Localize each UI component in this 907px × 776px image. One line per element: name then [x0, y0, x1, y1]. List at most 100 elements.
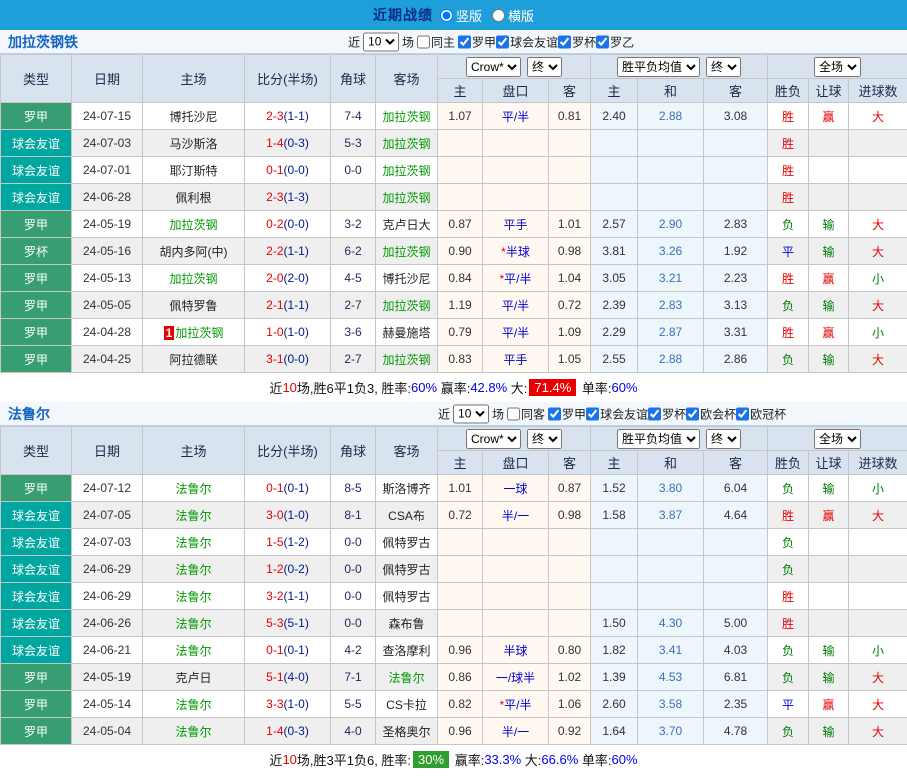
corner-cell: 0-0 — [331, 610, 376, 637]
same-venue-checkbox[interactable] — [507, 407, 520, 420]
avg-stage-select[interactable]: 终 — [706, 429, 741, 449]
handicap-text: 半球 — [503, 644, 527, 658]
league-filter[interactable]: 欧冠杯 — [736, 405, 786, 422]
league-label: 欧冠杯 — [750, 405, 786, 422]
avg-type-select[interactable]: 胜平负均值 — [617, 57, 700, 77]
odds-away-cell: 1.05 — [549, 346, 591, 373]
handicap-text: 一球 — [503, 482, 527, 496]
recent-count-select[interactable]: 10 — [363, 32, 399, 51]
handicap-cell: 平/半 — [483, 103, 549, 130]
same-venue-filter[interactable]: 同主 — [417, 33, 455, 50]
league-filter[interactable]: 罗杯 — [558, 33, 596, 50]
away-team-cell: 森布鲁 — [376, 610, 438, 637]
handicap-cell — [483, 130, 549, 157]
league-filter[interactable]: 球会友谊 — [586, 405, 648, 422]
avg-home-cell: 1.64 — [591, 718, 638, 745]
corner-cell: 7-1 — [331, 664, 376, 691]
avg-away-cell: 5.00 — [704, 610, 768, 637]
avg-away-cell: 4.03 — [704, 637, 768, 664]
avg-home-cell: 2.40 — [591, 103, 638, 130]
league-filter[interactable]: 球会友谊 — [496, 33, 558, 50]
score-cell: 5-3(5-1) — [245, 610, 331, 637]
halftime-score: (0-3) — [284, 136, 309, 150]
league-checkbox[interactable] — [586, 407, 599, 420]
odds-stage-select[interactable]: 终 — [527, 429, 562, 449]
handicap-text: 平/半 — [502, 299, 529, 313]
same-venue-label: 同客 — [521, 405, 545, 422]
handicap-result-cell: 赢 — [809, 319, 849, 346]
match-date-cell: 24-04-25 — [72, 346, 143, 373]
league-type-cell: 罗甲 — [1, 265, 72, 292]
layout-option[interactable]: 竖版 — [440, 6, 482, 25]
league-filter[interactable]: 罗杯 — [648, 405, 686, 422]
avg-draw-cell: 2.88 — [638, 346, 704, 373]
away-team-name: 法鲁尔 — [388, 671, 424, 685]
score-cell: 0-2(0-0) — [245, 211, 331, 238]
match-date-cell: 24-07-03 — [72, 130, 143, 157]
score-cell: 3-0(1-0) — [245, 502, 331, 529]
summary-part: 60% — [612, 380, 638, 395]
halftime-score: (1-0) — [284, 697, 309, 711]
home-team-cell: 法鲁尔 — [143, 583, 245, 610]
league-checkbox[interactable] — [458, 35, 471, 48]
fulltime-score: 2-3 — [266, 190, 283, 204]
layout-radio[interactable] — [440, 9, 453, 22]
odds-company-select[interactable]: Crow* — [466, 429, 521, 449]
avg-stage-select[interactable]: 终 — [706, 57, 741, 77]
scope-select[interactable]: 全场 — [814, 57, 861, 77]
fulltime-score: 3-3 — [266, 697, 283, 711]
league-filter-group: 罗甲球会友谊罗杯欧会杯欧冠杯 — [548, 405, 786, 422]
home-team-cell: 博托沙尼 — [143, 103, 245, 130]
odds-company-select[interactable]: Crow* — [466, 57, 521, 77]
home-team-name: 法鲁尔 — [175, 725, 211, 739]
odds-away-cell: 0.98 — [549, 502, 591, 529]
league-checkbox[interactable] — [686, 407, 699, 420]
col-avg-home: 主 — [591, 451, 638, 475]
result-cell: 负 — [768, 211, 809, 238]
away-team-cell: 佩特罗古 — [376, 529, 438, 556]
league-type-cell: 罗甲 — [1, 292, 72, 319]
recent-count-select[interactable]: 10 — [453, 404, 489, 423]
match-date-cell: 24-05-16 — [72, 238, 143, 265]
halftime-score: (5-1) — [284, 616, 309, 630]
avg-away-cell — [704, 130, 768, 157]
layout-radio[interactable] — [492, 9, 505, 22]
handicap-cell: *平/半 — [483, 691, 549, 718]
avg-draw-cell — [638, 184, 704, 211]
same-venue-checkbox[interactable] — [417, 35, 430, 48]
halftime-score: (0-0) — [284, 163, 309, 177]
goals-result-cell — [849, 610, 907, 637]
results-table-2: 类型 日期 主场 比分(半场) 角球 客场 Crow*终 胜平负均值终 全场 主… — [0, 426, 907, 745]
result-cell: 负 — [768, 718, 809, 745]
scope-select[interactable]: 全场 — [814, 429, 861, 449]
rank-badge: 1 — [164, 326, 175, 340]
league-checkbox[interactable] — [496, 35, 509, 48]
col-type: 类型 — [1, 427, 72, 475]
handicap-cell — [483, 556, 549, 583]
handicap-text: 平手 — [503, 353, 527, 367]
league-checkbox[interactable] — [648, 407, 661, 420]
odds-stage-select[interactable]: 终 — [527, 57, 562, 77]
match-date-cell: 24-06-28 — [72, 184, 143, 211]
avg-draw-cell: 2.88 — [638, 103, 704, 130]
league-filter[interactable]: 罗甲 — [458, 33, 496, 50]
league-checkbox[interactable] — [548, 407, 561, 420]
league-type-cell: 球会友谊 — [1, 637, 72, 664]
odds-away-cell: 1.01 — [549, 211, 591, 238]
halftime-score: (0-0) — [284, 352, 309, 366]
odds-away-cell: 0.92 — [549, 718, 591, 745]
league-checkbox[interactable] — [736, 407, 749, 420]
match-date-cell: 24-06-21 — [72, 637, 143, 664]
avg-away-cell: 6.04 — [704, 475, 768, 502]
same-venue-filter[interactable]: 同客 — [507, 405, 545, 422]
goals-result-cell: 大 — [849, 238, 907, 265]
avg-away-cell: 4.64 — [704, 502, 768, 529]
league-checkbox[interactable] — [558, 35, 571, 48]
league-filter[interactable]: 罗乙 — [596, 33, 634, 50]
league-filter[interactable]: 欧会杯 — [686, 405, 736, 422]
handicap-cell: 一/球半 — [483, 664, 549, 691]
league-filter[interactable]: 罗甲 — [548, 405, 586, 422]
avg-type-select[interactable]: 胜平负均值 — [617, 429, 700, 449]
league-checkbox[interactable] — [596, 35, 609, 48]
layout-option[interactable]: 横版 — [492, 6, 534, 25]
